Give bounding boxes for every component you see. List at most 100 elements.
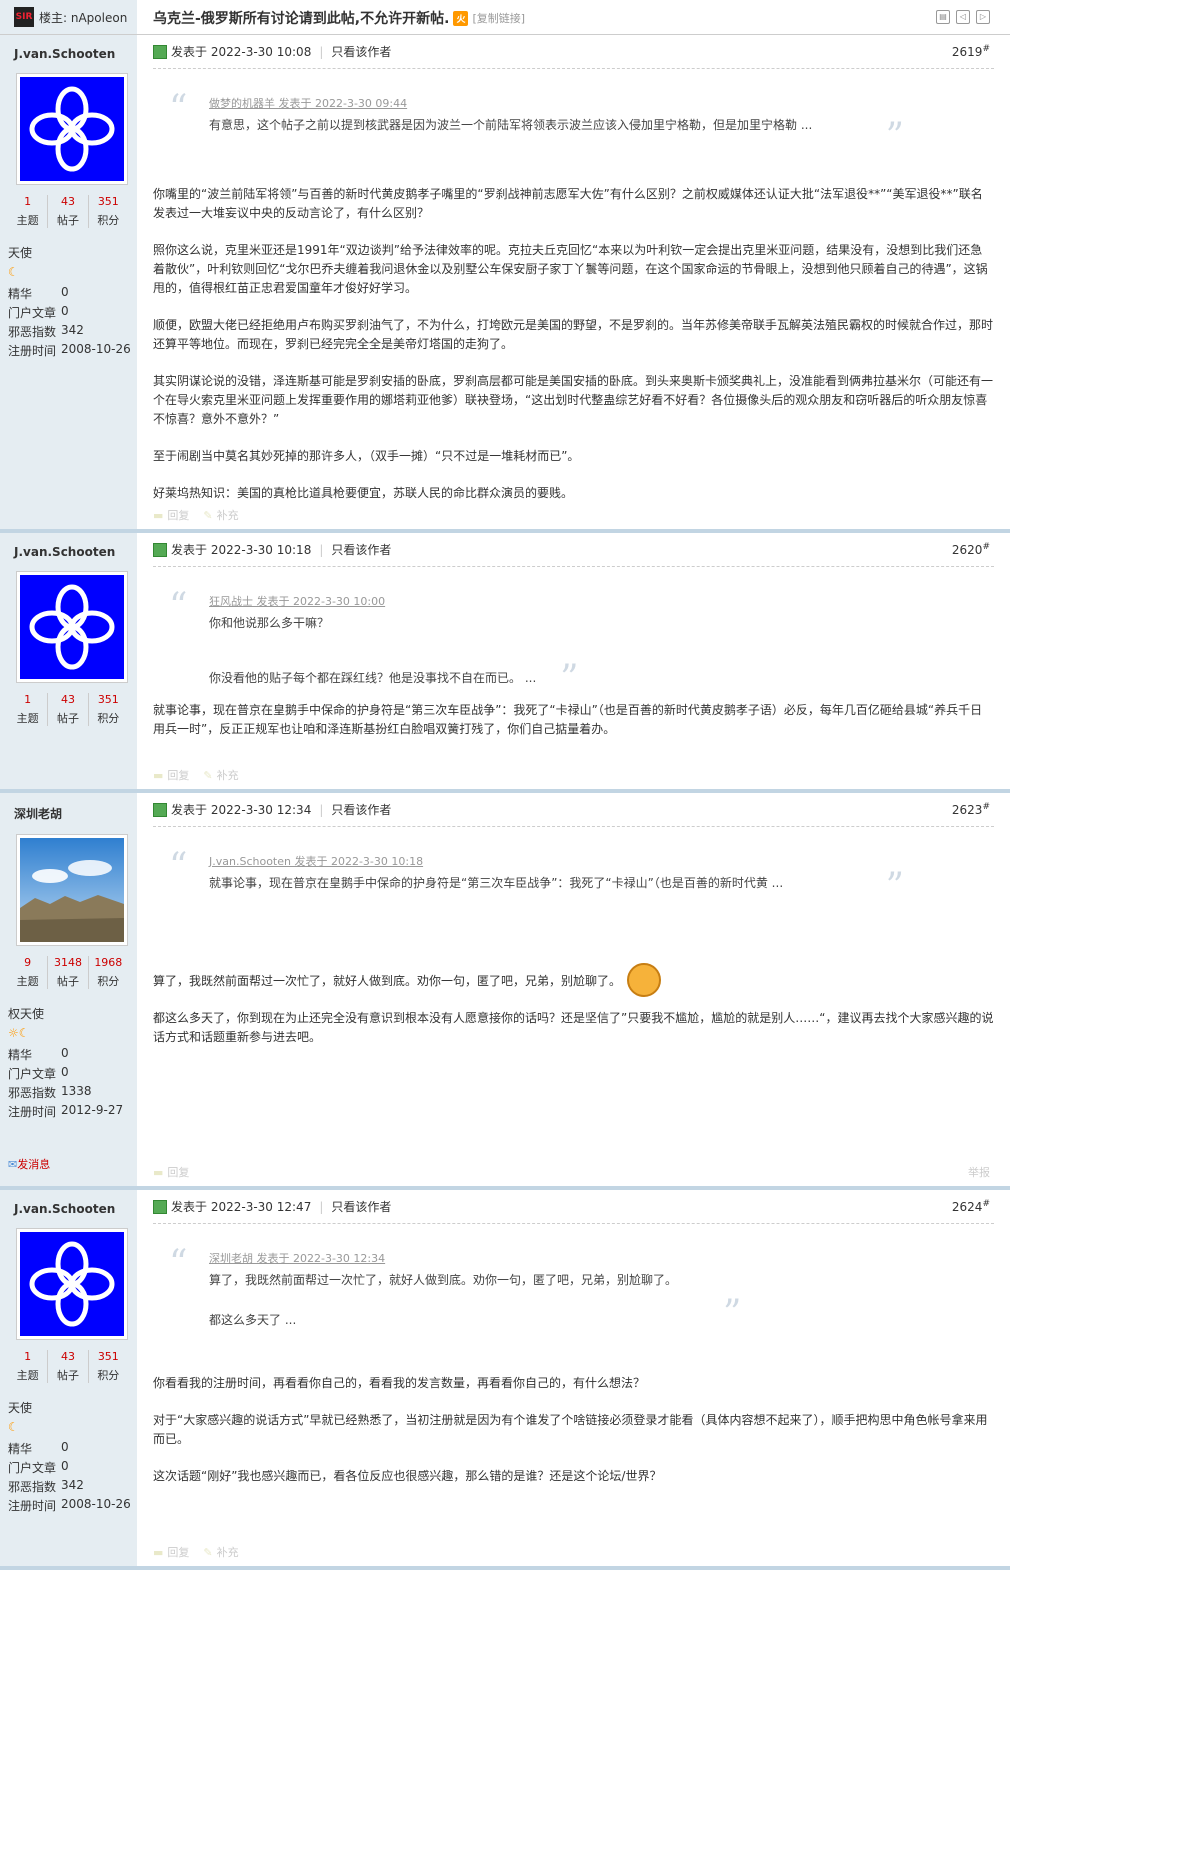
close-quote-icon: ” <box>885 116 904 157</box>
quote-block: “ 深圳老胡 发表于 2022-3-30 12:34 算了，我既然前面帮过一次忙… <box>153 1234 994 1338</box>
user-rank: 天使 <box>8 1401 33 1415</box>
stat-topics[interactable]: 1 主题 <box>8 195 49 228</box>
sun-moon-icon: ☼☾ <box>8 1026 30 1040</box>
stat-topics[interactable]: 1 主题 <box>8 1350 49 1383</box>
quote-block: “ J.van.Schooten 发表于 2022-3-30 10:18 就事论… <box>153 837 994 913</box>
stat-points[interactable]: 1968 积分 <box>89 956 128 989</box>
online-icon <box>153 542 167 557</box>
post-paragraph: 至于闹剧当中莫名其妙死掉的那许多人，（双手一摊）“只不过是一堆耗材而已”。 <box>153 449 580 463</box>
reply-button[interactable]: ▬ 回复 <box>153 507 189 523</box>
reply-button[interactable]: ▬ 回复 <box>153 1164 189 1180</box>
open-quote-icon: “ <box>169 846 188 887</box>
avatar[interactable] <box>16 571 128 683</box>
post-paragraph: 你嘴里的“波兰前陆军将领”与百善的新时代黄皮鹅孝子嘴里的“罗刹战神前志愿军大佐”… <box>153 187 983 220</box>
stat-topics[interactable]: 1 主题 <box>8 693 49 726</box>
close-quote-icon: ” <box>723 1293 742 1334</box>
author-info: 精华 0 门户文章 0 邪恶指数 342 注册时间 2008-10-26 <box>8 285 131 358</box>
avatar-flower-icon <box>20 77 124 181</box>
quote-block: “ 做梦的机器羊 发表于 2022-3-30 09:44 有意思，这个帖子之前以… <box>153 79 994 163</box>
post-meta: 发表于 2022-3-30 10:08 | 只看该作者 2619# <box>153 35 994 69</box>
quote-author[interactable]: 做梦的机器羊 发表于 2022-3-30 09:44 <box>209 95 944 111</box>
author-name[interactable]: 深圳老胡 <box>14 805 137 822</box>
author-stats: 1 主题 43 帖子 351 积分 <box>8 1350 128 1383</box>
post-body: 你嘴里的“波兰前陆军将领”与百善的新时代黄皮鹅孝子嘴里的“罗刹战神前志愿军大佐”… <box>153 185 994 503</box>
report-button[interactable]: 举报 <box>968 1164 990 1180</box>
quote-line: 你和他说那么多干嘛？ <box>209 616 330 630</box>
prev-thread-icon[interactable]: ◁ <box>956 10 970 24</box>
supplement-button[interactable]: ✎ 补充 <box>203 1544 238 1560</box>
post-time: 2022-3-30 12:47 <box>210 1200 312 1214</box>
reply-button[interactable]: ▬ 回复 <box>153 767 189 783</box>
supplement-icon: ✎ <box>203 509 213 522</box>
post-time: 2022-3-30 10:08 <box>210 45 312 59</box>
stat-points[interactable]: 351 积分 <box>89 1350 128 1383</box>
host-avatar[interactable]: SIR <box>14 7 34 27</box>
author-name[interactable]: J.van.Schooten <box>14 545 137 559</box>
post-actions: ▬ 回复 ✎ 补充 <box>153 1544 239 1560</box>
post-body: 你看看我的注册时间，再看看你自己的，看看我的发言数量，再看看你自己的，有什么想法… <box>153 1374 994 1486</box>
thread-title-row: 乌克兰-俄罗斯所有讨论请到此帖,不允许开新帖. 火 [复制链接] <box>153 8 525 28</box>
stat-topics[interactable]: 9 主题 <box>8 956 49 989</box>
copy-link-button[interactable]: [复制链接] <box>472 10 525 26</box>
floor-number[interactable]: 2624# <box>952 1199 990 1214</box>
close-quote-icon: ” <box>885 866 904 907</box>
post-time: 2022-3-30 10:18 <box>210 543 312 557</box>
supplement-button[interactable]: ✎ 补充 <box>203 507 238 523</box>
floor-number[interactable]: 2619# <box>952 44 990 59</box>
reply-button[interactable]: ▬ 回复 <box>153 1544 189 1560</box>
floor-number[interactable]: 2620# <box>952 542 990 557</box>
avatar[interactable] <box>16 1228 128 1340</box>
post-paragraph: 你看看我的注册时间，再看看你自己的，看看我的发言数量，再看看你自己的，有什么想法… <box>153 1376 646 1390</box>
post-paragraph: 顺便，欧盟大佬已经拒绝用卢布购买罗刹油气了，不为什么，打垮欧元是美国的野望，不是… <box>153 318 994 351</box>
supplement-button[interactable]: ✎ 补充 <box>203 767 238 783</box>
only-author-link[interactable]: 只看该作者 <box>331 43 391 60</box>
online-icon <box>153 1199 167 1214</box>
author-name[interactable]: J.van.Schooten <box>14 1202 137 1216</box>
stat-points[interactable]: 351 积分 <box>89 693 128 726</box>
next-thread-icon[interactable]: ▷ <box>976 10 990 24</box>
stat-posts[interactable]: 43 帖子 <box>48 195 89 228</box>
thread-header: SIR 楼主: nApoleon 乌克兰-俄罗斯所有讨论请到此帖,不允许开新帖.… <box>0 0 1010 35</box>
author-stats: 1 主题 43 帖子 351 积分 <box>8 195 128 228</box>
reply-icon: ▬ <box>153 1166 164 1179</box>
author-info: 精华 0 门户文章 0 邪恶指数 342 注册时间 2008-10-26 <box>8 1440 131 1513</box>
host-info: SIR 楼主: nApoleon <box>0 0 137 34</box>
stat-points[interactable]: 351 积分 <box>89 195 128 228</box>
post-content: 发表于 2022-3-30 12:47 | 只看该作者 2624# “ 深圳老胡… <box>137 1190 1010 1566</box>
quote-line: 都这么多天了 ... <box>209 1313 297 1327</box>
only-author-link[interactable]: 只看该作者 <box>331 801 391 818</box>
post-body: 算了，我既然前面帮过一次忙了，就好人做到底。劝你一句，匿了吧，兄弟，别尬聊了。 … <box>153 957 994 1047</box>
close-quote-icon: ” <box>560 658 579 699</box>
author-name[interactable]: J.van.Schooten <box>14 47 137 61</box>
avatar[interactable] <box>16 73 128 185</box>
post-paragraph: 这次话题“刚好”我也感兴趣而已，看各位反应也很感兴趣，那么错的是谁？还是这个论坛… <box>153 1469 662 1483</box>
send-message-button[interactable]: ✉发消息 <box>8 1156 137 1172</box>
quote-author[interactable]: 深圳老胡 发表于 2022-3-30 12:34 <box>209 1250 944 1266</box>
post-paragraph: 都这么多天了，你到现在为止还完全没有意识到根本没有人愿意接你的话吗？还是坚信了”… <box>153 1011 994 1044</box>
open-quote-icon: “ <box>169 1243 188 1284</box>
post-meta: 发表于 2022-3-30 12:34 | 只看该作者 2623# <box>153 793 994 827</box>
avatar[interactable] <box>16 834 128 946</box>
quote-author[interactable]: J.van.Schooten 发表于 2022-3-30 10:18 <box>209 853 944 869</box>
quote-line: 算了，我既然前面帮过一次忙了，就好人做到底。劝你一句，匿了吧，兄弟，别尬聊了。 <box>209 1273 678 1287</box>
floor-number[interactable]: 2623# <box>952 802 990 817</box>
quote-block: “ 狂风战士 发表于 2022-3-30 10:00 你和他说那么多干嘛？ 你没… <box>153 577 994 697</box>
hot-icon: 火 <box>453 10 469 26</box>
host-label[interactable]: 楼主: nApoleon <box>39 9 127 26</box>
thread-container: SIR 楼主: nApoleon 乌克兰-俄罗斯所有讨论请到此帖,不允许开新帖.… <box>0 0 1010 1570</box>
quote-author[interactable]: 狂风战士 发表于 2022-3-30 10:00 <box>209 593 944 609</box>
stat-posts[interactable]: 43 帖子 <box>48 693 89 726</box>
only-author-link[interactable]: 只看该作者 <box>331 541 391 558</box>
only-author-link[interactable]: 只看该作者 <box>331 1198 391 1215</box>
stat-posts[interactable]: 43 帖子 <box>48 1350 89 1383</box>
post-actions: ▬ 回复 ✎ 补充 <box>153 507 239 523</box>
quote-line: 就事论事，现在普京在皇鹅手中保命的护身符是“第三次车臣战争”：我死了“卡禄山”（… <box>209 876 784 890</box>
print-icon[interactable]: ▤ <box>936 10 950 24</box>
stat-posts[interactable]: 3148 帖子 <box>48 956 89 989</box>
post-author-panel: J.van.Schooten 1 主题 43 帖子 351 积分 <box>0 533 137 789</box>
post-meta: 发表于 2022-3-30 10:18 | 只看该作者 2620# <box>153 533 994 567</box>
post-actions: ▬ 回复 <box>153 1164 189 1180</box>
post-actions: ▬ 回复 ✎ 补充 <box>153 767 239 783</box>
post: J.van.Schooten 1 主题 43 帖子 351 积分 天使 ☾ 精华… <box>0 35 1010 533</box>
author-stats: 9 主题 3148 帖子 1968 积分 <box>8 956 128 989</box>
